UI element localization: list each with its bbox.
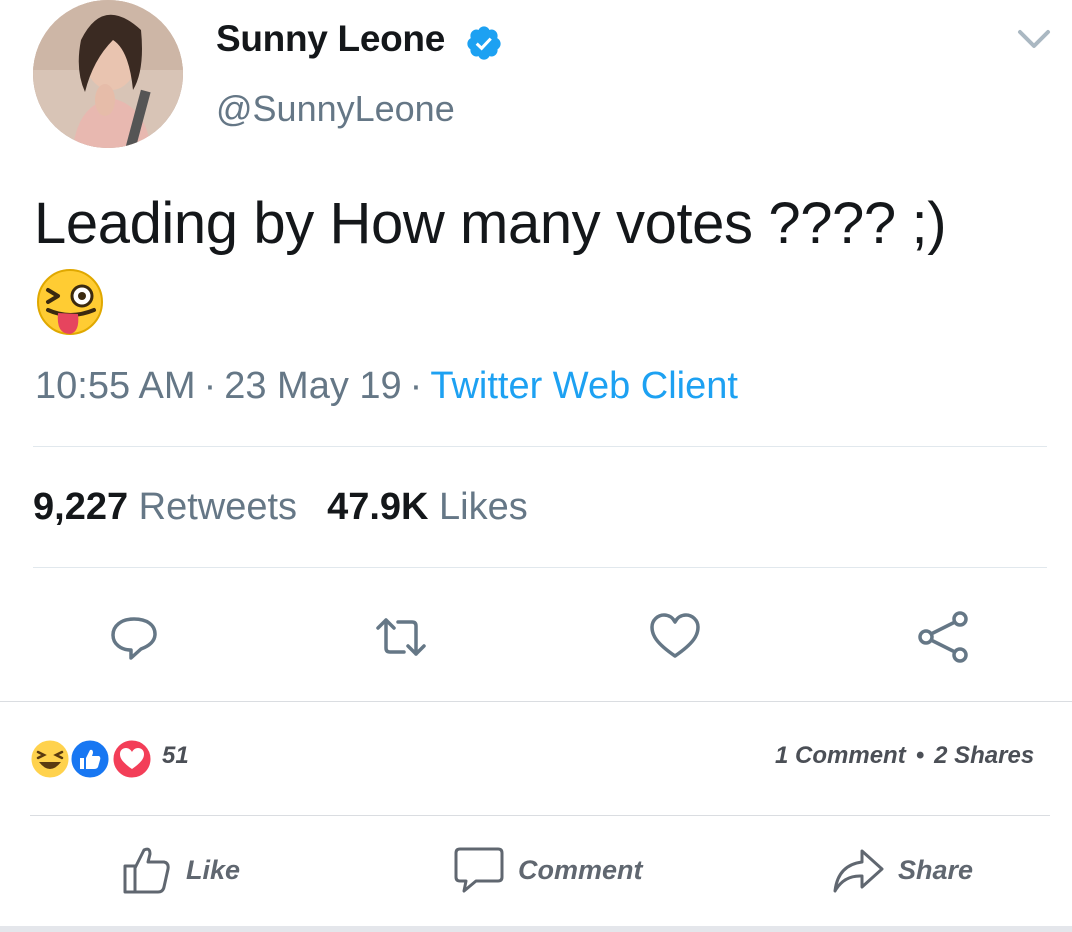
comment-label: Comment <box>518 854 643 885</box>
bottom-border <box>0 926 1072 932</box>
haha-reaction-icon <box>28 737 72 781</box>
love-reaction-icon <box>110 737 154 781</box>
separator: • <box>915 742 925 769</box>
divider <box>0 701 1072 702</box>
display-name[interactable]: Sunny Leone <box>216 18 445 60</box>
like-button[interactable]: Like <box>122 840 240 900</box>
profile-photo <box>33 0 183 148</box>
comment-button[interactable]: Comment <box>454 840 643 900</box>
verified-badge-icon <box>467 26 501 60</box>
shares-count[interactable]: 2 Shares <box>934 742 1034 769</box>
like-reaction-icon <box>68 737 112 781</box>
share-label: Share <box>898 854 974 885</box>
share-icon[interactable] <box>916 610 970 664</box>
comment-icon <box>454 847 504 893</box>
tweet-stats: 9,227 Retweets 47.9K Likes <box>33 486 528 529</box>
divider <box>33 446 1047 447</box>
divider <box>30 815 1050 816</box>
tweet-client-link[interactable]: Twitter Web Client <box>430 365 738 407</box>
avatar[interactable] <box>33 0 183 148</box>
reaction-count[interactable]: 51 <box>162 742 189 770</box>
comment-share-counts: 1 Comment • 2 Shares <box>775 742 1034 770</box>
thumbs-up-icon <box>123 847 170 894</box>
handle[interactable]: @SunnyLeone <box>216 88 455 130</box>
separator: · <box>409 365 423 407</box>
reactions-summary[interactable] <box>28 736 156 782</box>
retweets-label: Retweets <box>138 486 298 528</box>
likes-stat[interactable]: 47.9K Likes <box>327 486 528 528</box>
likes-count: 47.9K <box>327 486 429 528</box>
separator: · <box>203 365 217 407</box>
retweets-stat[interactable]: 9,227 Retweets <box>33 486 297 528</box>
tweet-time[interactable]: 10:55 AM <box>35 365 196 407</box>
tweet-meta: 10:55 AM · 23 May 19 · Twitter Web Client <box>35 365 738 408</box>
comments-count[interactable]: 1 Comment <box>775 742 906 769</box>
divider <box>33 567 1047 568</box>
like-heart-icon[interactable] <box>648 610 702 664</box>
retweet-icon[interactable] <box>374 610 428 664</box>
winking-face-with-tongue-icon <box>37 269 103 335</box>
share-arrow-icon <box>833 849 884 893</box>
tweet-text: Leading by How many votes ???? ;) <box>34 191 947 256</box>
chevron-down-icon[interactable] <box>1014 24 1054 54</box>
likes-label: Likes <box>439 486 528 528</box>
tweet-date[interactable]: 23 May 19 <box>224 365 401 407</box>
like-label: Like <box>186 854 241 885</box>
retweets-count: 9,227 <box>33 486 129 528</box>
reply-icon[interactable] <box>107 610 161 664</box>
share-button[interactable]: Share <box>832 840 973 900</box>
